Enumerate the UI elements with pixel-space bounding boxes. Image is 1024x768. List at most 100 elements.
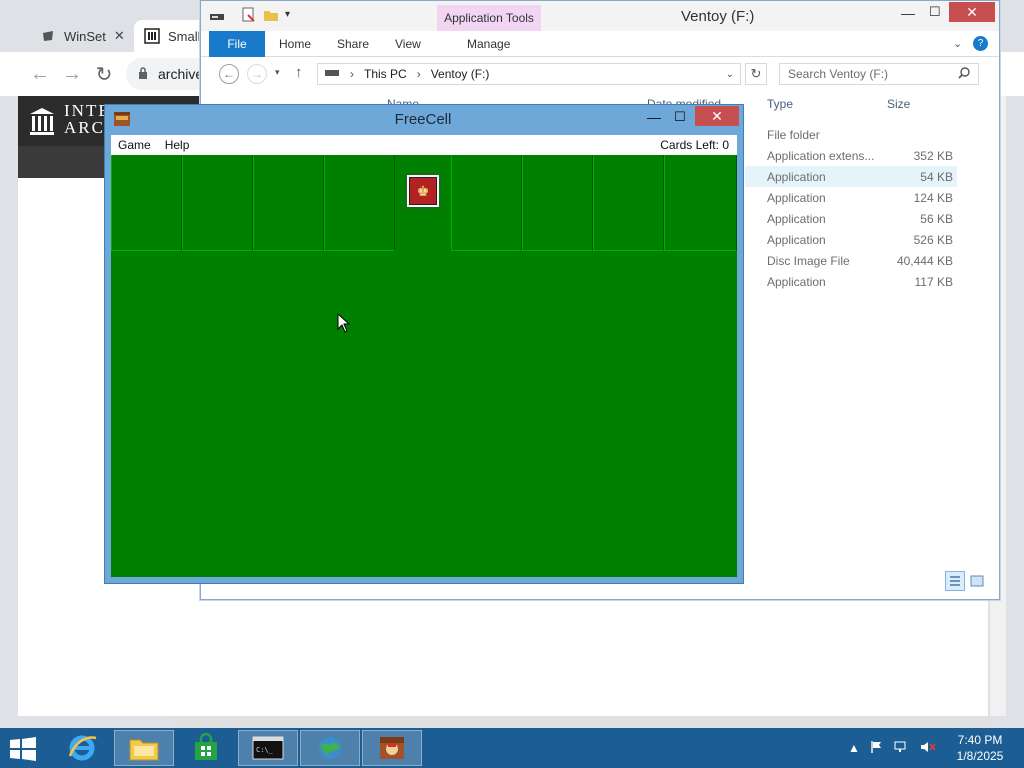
explorer-title: Ventoy (F:) [681,8,755,25]
customize-dropdown-icon[interactable]: ▾ [285,9,290,20]
freecell-icon[interactable] [362,730,422,766]
search-icon [958,66,970,82]
properties-icon[interactable] [241,7,257,26]
lock-icon [138,66,148,82]
explorer-back-icon[interactable]: ← [219,64,239,84]
details-view-icon[interactable] [945,571,965,591]
system-tray: ▲ [848,728,936,768]
explorer-titlebar [201,1,999,31]
refresh-icon[interactable]: ↻ [745,63,767,85]
game-table[interactable]: ♚ [111,155,737,577]
file-row[interactable]: Application 117 KB [745,271,957,292]
breadcrumb-this-pc[interactable]: This PC [364,67,407,81]
browser-horizontal-scrollbar[interactable] [174,716,994,726]
internet-explorer-icon[interactable] [52,730,112,766]
tab-view[interactable]: View [381,31,435,57]
command-prompt-icon[interactable]: C:\_ [238,730,298,766]
free-cell-4[interactable] [324,155,395,251]
archive-logo-icon [28,106,56,139]
close-tab-icon[interactable]: ✕ [114,28,125,44]
menu-help[interactable]: Help [158,138,197,152]
back-arrow-icon[interactable]: ← [28,62,52,86]
search-input[interactable]: Search Ventoy (F:) [779,63,979,85]
file-row[interactable]: Application extens... 352 KB [745,145,957,166]
file-type: Application [767,190,826,205]
action-center-flag-icon[interactable] [870,740,884,757]
file-size: 117 KB [914,274,953,289]
file-size: 526 KB [913,232,953,247]
taskbar-clock[interactable]: 7:40 PM 1/8/2025 [950,732,1010,764]
large-icons-view-icon[interactable] [969,573,985,589]
clock-date: 1/8/2025 [956,749,1004,763]
cards-left-value: 0 [722,138,729,152]
file-type: Application [767,169,826,184]
file-row[interactable]: File folder [745,124,957,145]
free-cell-3[interactable] [253,155,324,251]
maximize-button[interactable]: ☐ [929,4,941,20]
freecell-minimize-button[interactable]: — [641,107,667,127]
explorer-forward-icon[interactable]: → [247,64,267,84]
freecell-maximize-button[interactable]: ☐ [667,107,693,127]
home-cell-3[interactable] [593,155,664,251]
explorer-address-bar[interactable]: › This PC › Ventoy (F:) ⌄ [317,63,741,85]
recent-locations-icon[interactable]: ▾ [275,67,280,78]
network-globe-icon[interactable] [300,730,360,766]
file-row[interactable]: Disc Image File 40,444 KB [745,250,957,271]
volume-muted-icon[interactable] [920,740,936,757]
start-button-windows-icon[interactable] [8,736,40,762]
home-cell-1[interactable] [451,155,522,251]
tab-home[interactable]: Home [265,31,325,57]
network-icon[interactable] [894,740,910,757]
svg-text:C:\_: C:\_ [256,746,274,754]
file-explorer-icon[interactable] [114,730,174,766]
winset-icon [40,28,56,44]
address-text: archive [158,66,204,82]
cards-left-status: Cards Left: 0 [660,138,729,152]
archive-icon [144,28,160,44]
help-icon[interactable]: ? [973,36,988,51]
tab-manage[interactable]: Manage [453,31,524,57]
file-type: Application [767,274,826,289]
freecell-app-icon[interactable] [113,111,131,127]
tab-file[interactable]: File [209,31,265,57]
file-type: Application [767,232,826,247]
file-size: 124 KB [913,190,953,205]
application-tools-label: Application Tools [437,5,541,31]
home-cell-4[interactable] [664,155,737,251]
free-cell-1[interactable] [111,155,182,251]
file-row[interactable]: Application 54 KB [745,166,957,187]
freecell-window: FreeCell — ☐ ✕ Game Help Cards Left: 0 ♚ [104,104,744,584]
minimize-button[interactable]: — [901,5,915,21]
close-button[interactable]: ✕ [949,2,995,22]
free-cell-2[interactable] [182,155,253,251]
freecell-close-button[interactable]: ✕ [695,106,739,126]
show-hidden-icons-icon[interactable]: ▲ [848,741,860,755]
tab-share[interactable]: Share [323,31,383,57]
file-row[interactable]: Application 56 KB [745,208,957,229]
tab-label: WinSet [64,28,106,44]
menu-game[interactable]: Game [111,138,158,152]
up-arrow-icon[interactable]: ↑ [295,64,303,81]
file-type: Application [767,211,826,226]
freecell-menu-bar: Game Help Cards Left: 0 [111,135,737,155]
forward-arrow-icon[interactable]: → [60,62,84,86]
column-header-size[interactable]: Size [887,97,910,111]
breadcrumb-ventoy[interactable]: Ventoy (F:) [431,67,490,81]
file-size: 56 KB [920,211,953,226]
clock-time: 7:40 PM [957,733,1003,747]
store-icon[interactable] [176,730,236,766]
home-cell-2[interactable] [522,155,593,251]
browser-tab-winset[interactable]: WinSet ✕ [30,20,135,52]
column-header-type[interactable]: Type [767,97,793,111]
reload-icon[interactable]: ↻ [92,62,116,86]
file-size: 352 KB [913,148,953,163]
file-row[interactable]: Application 526 KB [745,229,957,250]
file-type: Application extens... [767,148,875,163]
breadcrumb-separator-icon: › [350,67,354,81]
ribbon-expand-icon[interactable]: ⌄ [953,37,962,50]
king-face-icon: ♚ [405,173,441,209]
new-folder-icon[interactable] [263,7,279,26]
file-size: 40,444 KB [896,253,953,268]
file-row[interactable]: Application 124 KB [745,187,957,208]
address-dropdown-icon[interactable]: ⌄ [726,69,734,80]
